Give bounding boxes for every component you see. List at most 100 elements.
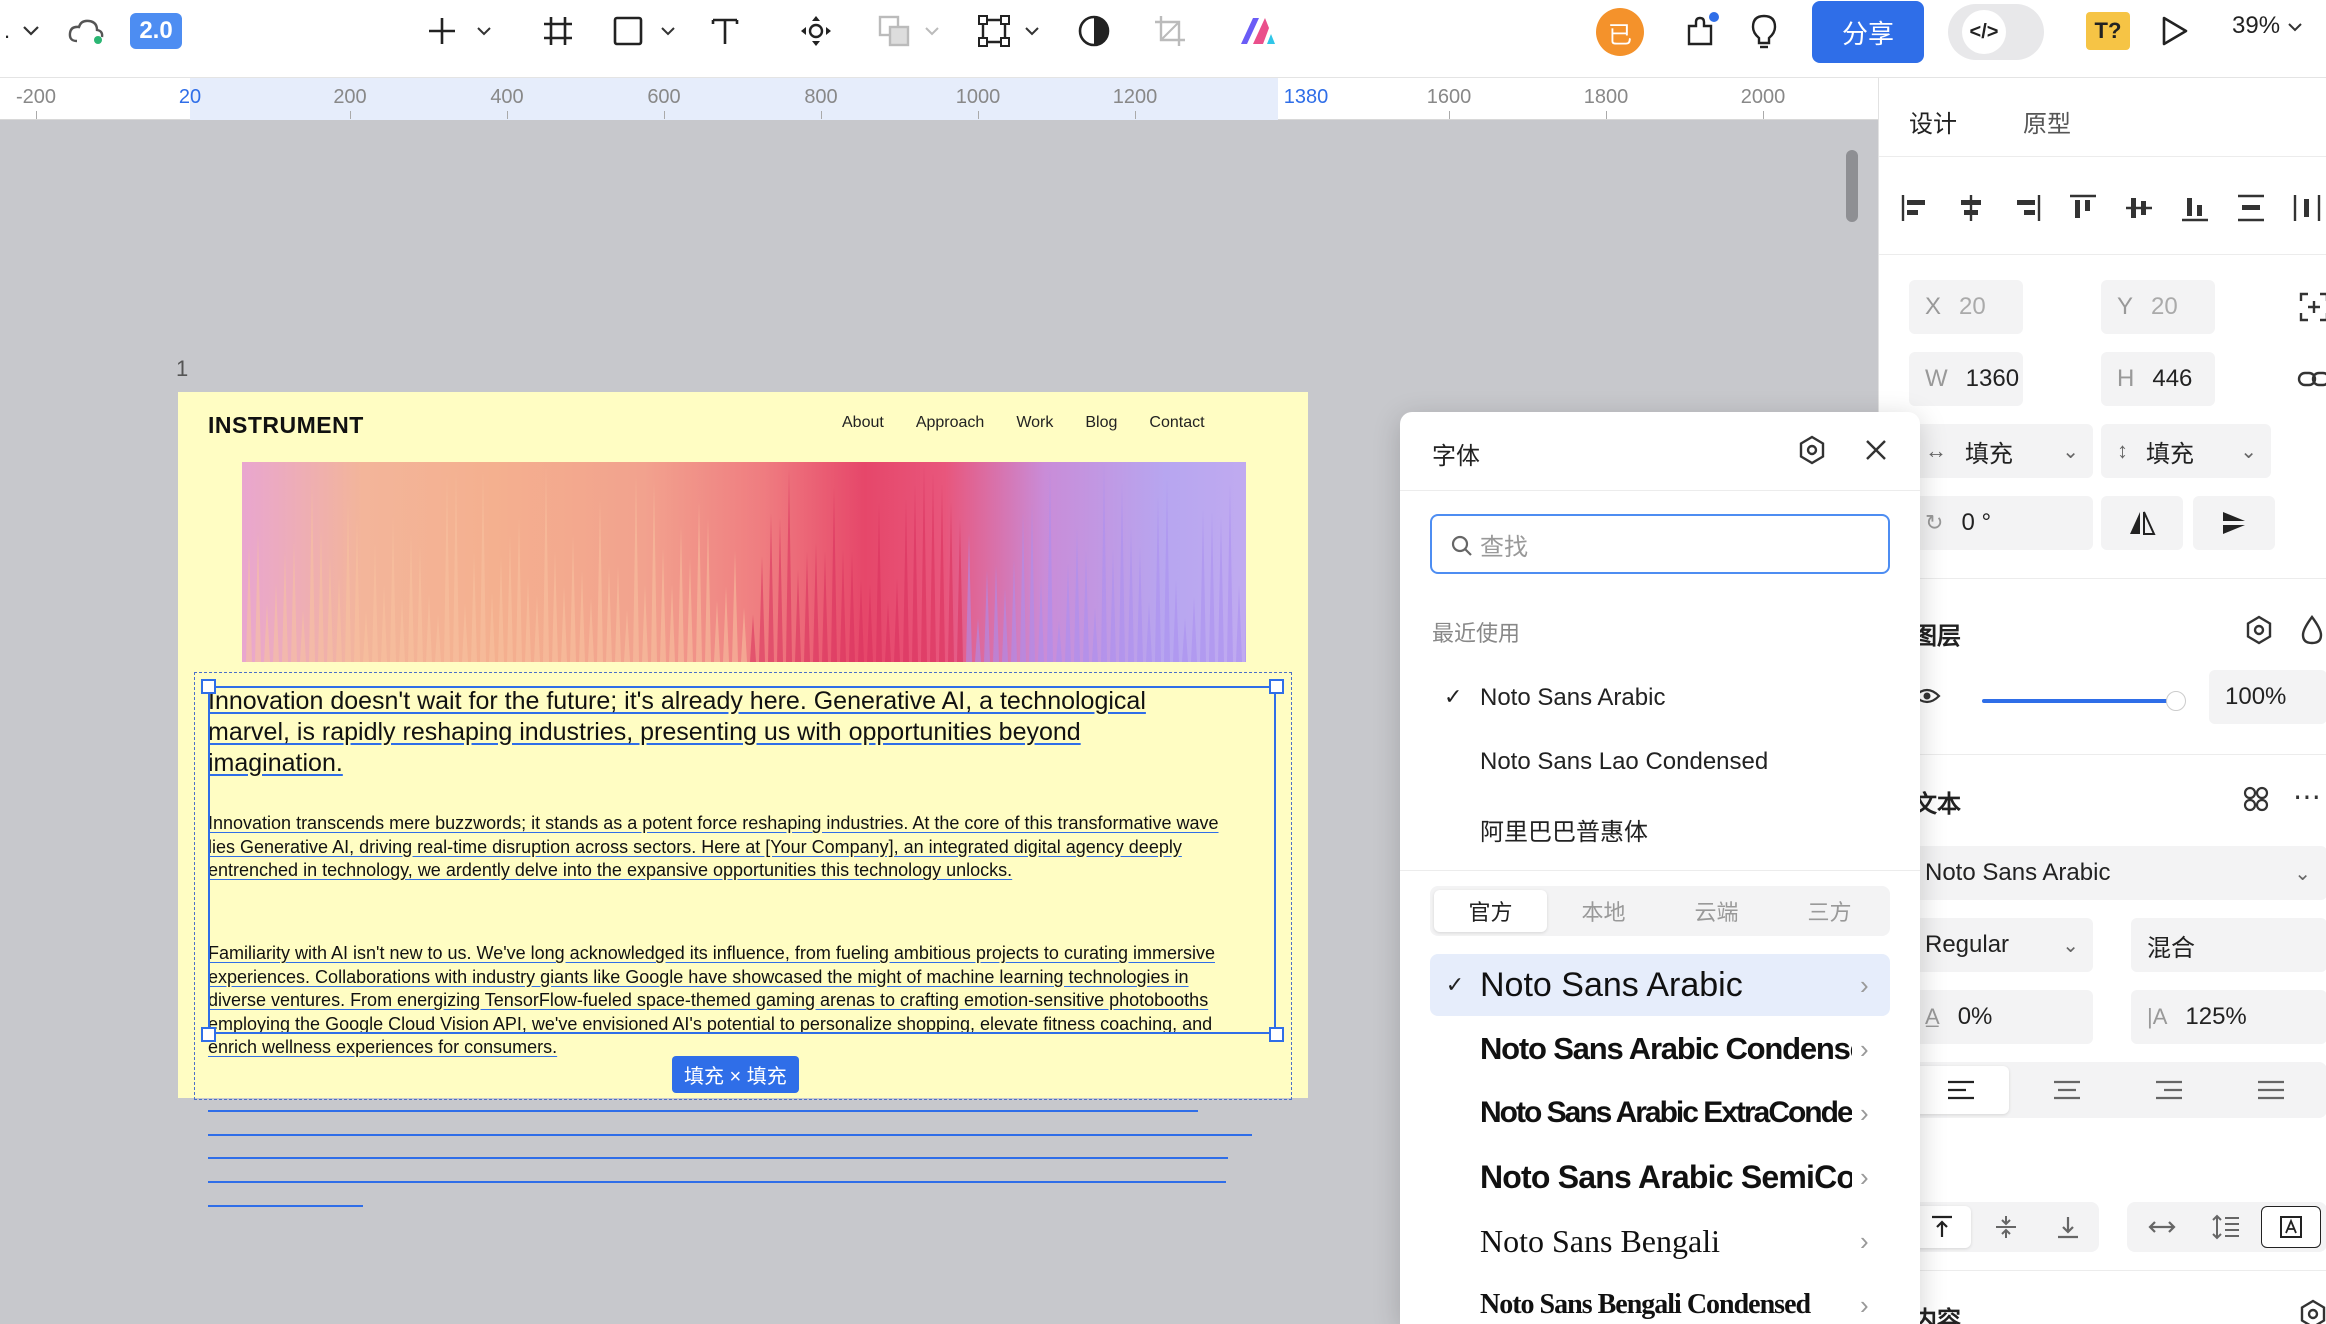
dev-mode-toggle[interactable]: </>	[1948, 4, 2044, 60]
version-badge[interactable]: 2.0	[130, 13, 182, 49]
font-list-item[interactable]: Noto Sans Bengali Condensed ›	[1430, 1274, 1890, 1324]
layer-settings-icon[interactable]	[2243, 614, 2275, 646]
rotation-field[interactable]: ↻ 0 °	[1909, 496, 2093, 550]
link-proportions-icon[interactable]	[2297, 366, 2326, 392]
component-move-icon[interactable]	[796, 0, 836, 62]
vertical-scrollbar[interactable]	[1846, 150, 1858, 222]
text-styles-icon[interactable]	[2241, 784, 2271, 814]
nav-item-about[interactable]: About	[842, 414, 884, 432]
font-family-select[interactable]: Noto Sans Arabic ⌄	[1909, 846, 2326, 900]
tab-local[interactable]: 本地	[1547, 890, 1660, 932]
component-chevron-icon[interactable]	[1020, 0, 1044, 62]
nav-item-work[interactable]: Work	[1016, 414, 1053, 432]
mask-tool-icon[interactable]	[1074, 0, 1114, 62]
boolean-tool-icon[interactable]	[874, 0, 914, 62]
align-left-icon[interactable]	[1897, 190, 1933, 226]
recent-font-item[interactable]: 阿里巴巴普惠体	[1480, 812, 1648, 847]
align-hcenter-icon[interactable]	[1953, 190, 1989, 226]
text-align-center-button[interactable]	[2019, 1066, 2115, 1114]
text-tool-icon[interactable]	[706, 0, 744, 62]
menu-chevron-down-icon[interactable]	[18, 0, 44, 62]
text-align-justify-button[interactable]	[2223, 1066, 2319, 1114]
hero-image[interactable]	[242, 462, 1246, 662]
add-chevron-icon[interactable]	[472, 0, 496, 62]
tab-prototype[interactable]: 原型	[2023, 104, 2071, 139]
opacity-slider-track[interactable]	[1982, 699, 2176, 703]
constraints-icon[interactable]	[2299, 292, 2326, 322]
resize-handle-br[interactable]	[1269, 1027, 1284, 1042]
play-icon[interactable]	[2154, 0, 2194, 62]
missing-font-button[interactable]: T?	[2086, 12, 2130, 50]
plugins-icon[interactable]	[1680, 0, 1724, 62]
distribute-vertical-icon[interactable]	[2233, 190, 2269, 226]
zoom-level[interactable]: 39%	[2232, 12, 2303, 40]
valign-bottom-button[interactable]	[2039, 1206, 2097, 1248]
resize-handle-tr[interactable]	[1269, 679, 1284, 694]
site-logo[interactable]: INSTRUMENT	[208, 412, 364, 439]
align-top-icon[interactable]	[2065, 190, 2101, 226]
close-icon[interactable]	[1864, 438, 1888, 462]
font-list-item[interactable]: Noto Sans Arabic ExtraCondensed ›	[1430, 1082, 1890, 1144]
opacity-slider-knob[interactable]	[2166, 691, 2186, 711]
content-settings-icon[interactable]	[2297, 1298, 2326, 1324]
nav-item-approach[interactable]: Approach	[916, 414, 985, 432]
x-field[interactable]: X 20	[1909, 280, 2023, 334]
align-bottom-icon[interactable]	[2177, 190, 2213, 226]
more-options-icon[interactable]: ⋯	[2293, 780, 2321, 813]
text-align-right-button[interactable]	[2121, 1066, 2217, 1114]
valign-top-button[interactable]	[1913, 1206, 1971, 1248]
recent-font-item[interactable]: Noto Sans Arabic	[1480, 684, 1665, 712]
menu-dot[interactable]: .	[0, 0, 14, 62]
width-field[interactable]: W 1360	[1909, 352, 2023, 406]
text-align-left-button[interactable]	[1913, 1066, 2009, 1114]
rectangle-tool-icon[interactable]	[610, 0, 646, 62]
height-mode-select[interactable]: ↕ 填充 ⌄	[2101, 424, 2271, 478]
resize-handle-tl[interactable]	[201, 679, 216, 694]
font-settings-icon[interactable]	[1796, 434, 1828, 466]
flip-vertical-button[interactable]	[2193, 496, 2275, 550]
ai-plugin-icon[interactable]	[1236, 0, 1280, 62]
font-weight-select[interactable]: Regular ⌄	[1909, 918, 2093, 972]
crop-tool-icon[interactable]	[1150, 0, 1190, 62]
letter-spacing-field[interactable]: A̲ 0%	[1909, 990, 2093, 1044]
font-list-item[interactable]: Noto Sans Bengali ›	[1430, 1210, 1890, 1272]
valign-middle-button[interactable]	[1977, 1206, 2035, 1248]
lightbulb-icon[interactable]	[1744, 0, 1784, 62]
opacity-field[interactable]: 100%	[2209, 670, 2326, 724]
font-list-item[interactable]: Noto Sans Arabic Condensed ›	[1430, 1018, 1890, 1080]
rectangle-chevron-icon[interactable]	[656, 0, 680, 62]
add-icon[interactable]	[424, 0, 460, 62]
text-selection-box[interactable]	[208, 686, 1276, 1034]
tab-design[interactable]: 设计	[1909, 104, 1957, 139]
tab-cloud[interactable]: 云端	[1660, 890, 1773, 932]
frame-label[interactable]: 1	[176, 356, 188, 382]
font-search-input[interactable]: 查找	[1430, 514, 1890, 574]
tab-official[interactable]: 官方	[1434, 890, 1547, 932]
share-button[interactable]: 分享	[1812, 1, 1924, 63]
cloud-sync-icon[interactable]	[64, 0, 108, 62]
nav-item-blog[interactable]: Blog	[1085, 414, 1117, 432]
user-avatar[interactable]: 已	[1596, 8, 1644, 56]
auto-height-button[interactable]	[2197, 1206, 2255, 1248]
flip-horizontal-button[interactable]	[2101, 496, 2183, 550]
tab-third-party[interactable]: 三方	[1773, 890, 1886, 932]
width-mode-select[interactable]: ↔ 填充 ⌄	[1909, 424, 2093, 478]
recent-font-item[interactable]: Noto Sans Lao Condensed	[1480, 748, 1768, 776]
frame-tool-icon[interactable]	[538, 0, 578, 62]
resize-handle-bl[interactable]	[201, 1027, 216, 1042]
font-size-field[interactable]: 混合	[2131, 918, 2326, 972]
line-height-field[interactable]: |A 125%	[2131, 990, 2326, 1044]
auto-width-button[interactable]	[2133, 1206, 2191, 1248]
distribute-horizontal-icon[interactable]	[2289, 190, 2325, 226]
align-vcenter-icon[interactable]	[2121, 190, 2157, 226]
font-list-item[interactable]: ✓ Noto Sans Arabic ›	[1430, 954, 1890, 1016]
font-list-item[interactable]: Noto Sans Arabic SemiCondensed ›	[1430, 1146, 1890, 1208]
align-right-icon[interactable]	[2009, 190, 2045, 226]
nav-item-contact[interactable]: Contact	[1149, 414, 1204, 432]
component-icon[interactable]	[974, 0, 1014, 62]
height-field[interactable]: H 446	[2101, 352, 2215, 406]
fixed-size-button[interactable]	[2261, 1206, 2321, 1248]
blend-mode-icon[interactable]	[2299, 614, 2325, 646]
y-field[interactable]: Y 20	[2101, 280, 2215, 334]
boolean-chevron-icon[interactable]	[920, 0, 944, 62]
